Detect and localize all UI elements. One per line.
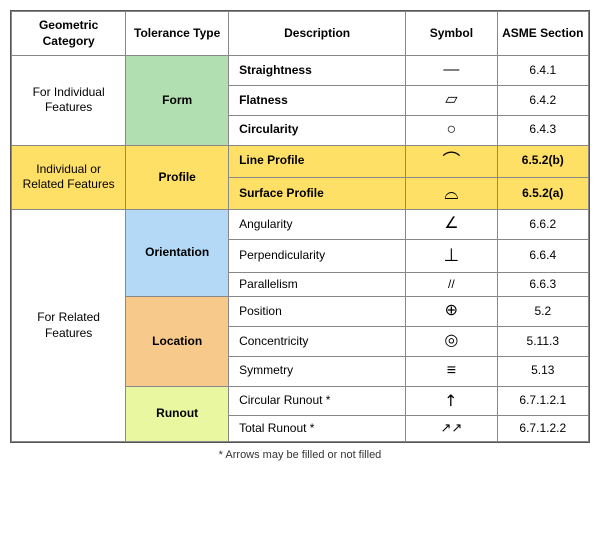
desc-cell: Straightness xyxy=(229,56,406,86)
asme-section-cell: 6.6.3 xyxy=(497,272,588,297)
asme-section-cell: 6.6.4 xyxy=(497,240,588,272)
symbol-cell: ≡ xyxy=(406,356,497,386)
desc-cell: Position xyxy=(229,297,406,327)
table-row: Individual or Related FeaturesProfileLin… xyxy=(12,145,589,177)
table-header-row: Geometric Category Tolerance Type Descri… xyxy=(12,12,589,56)
header-asme-section: ASME Section xyxy=(497,12,588,56)
tol-type-runout: Runout xyxy=(126,386,229,442)
desc-cell: Total Runout * xyxy=(229,416,406,442)
asme-section-cell: 6.4.2 xyxy=(497,85,588,115)
desc-cell: Circular Runout * xyxy=(229,386,406,416)
symbol-cell: — xyxy=(406,56,497,86)
asme-section-cell: 5.11.3 xyxy=(497,326,588,356)
desc-cell: Line Profile xyxy=(229,145,406,177)
asme-section-cell: 6.5.2(b) xyxy=(497,145,588,177)
symbol-cell: ⊥ xyxy=(406,240,497,272)
footer-note: * Arrows may be filled or not filled xyxy=(219,449,382,461)
asme-section-cell: 6.5.2(a) xyxy=(497,177,588,209)
geo-category-individual-related: Individual or Related Features xyxy=(12,145,126,210)
header-geo-category: Geometric Category xyxy=(12,12,126,56)
header-symbol: Symbol xyxy=(406,12,497,56)
desc-cell: Surface Profile xyxy=(229,177,406,209)
symbol-cell: ↗ xyxy=(406,386,497,416)
tolerance-table-wrapper: Geometric Category Tolerance Type Descri… xyxy=(10,10,590,443)
tol-type-form: Form xyxy=(126,56,229,145)
geo-category-related: For Related Features xyxy=(12,210,126,442)
tol-type-profile: Profile xyxy=(126,145,229,210)
symbol-cell: // xyxy=(406,272,497,297)
desc-cell: Flatness xyxy=(229,85,406,115)
asme-section-cell: 6.4.3 xyxy=(497,115,588,145)
symbol-cell: ↗↗ xyxy=(406,416,497,442)
asme-section-cell: 5.2 xyxy=(497,297,588,327)
header-tol-type: Tolerance Type xyxy=(126,12,229,56)
header-description: Description xyxy=(229,12,406,56)
geo-category-individual: For Individual Features xyxy=(12,56,126,145)
tol-type-orientation: Orientation xyxy=(126,210,229,297)
desc-cell: Concentricity xyxy=(229,326,406,356)
symbol-cell: ⌓ xyxy=(406,177,497,209)
desc-cell: Symmetry xyxy=(229,356,406,386)
symbol-cell: ◎ xyxy=(406,326,497,356)
table-row: For Individual FeaturesFormStraightness—… xyxy=(12,56,589,86)
desc-cell: Angularity xyxy=(229,210,406,240)
table-row: For Related FeaturesOrientationAngularit… xyxy=(12,210,589,240)
tolerance-table: Geometric Category Tolerance Type Descri… xyxy=(11,11,589,442)
symbol-cell: ∠ xyxy=(406,210,497,240)
desc-cell: Parallelism xyxy=(229,272,406,297)
asme-section-cell: 5.13 xyxy=(497,356,588,386)
symbol-cell: ⊕ xyxy=(406,297,497,327)
symbol-cell: ⌒ xyxy=(406,145,497,177)
symbol-cell: ▱ xyxy=(406,85,497,115)
asme-section-cell: 6.4.1 xyxy=(497,56,588,86)
asme-section-cell: 6.6.2 xyxy=(497,210,588,240)
desc-cell: Circularity xyxy=(229,115,406,145)
tol-type-location: Location xyxy=(126,297,229,386)
asme-section-cell: 6.7.1.2.1 xyxy=(497,386,588,416)
desc-cell: Perpendicularity xyxy=(229,240,406,272)
asme-section-cell: 6.7.1.2.2 xyxy=(497,416,588,442)
symbol-cell: ○ xyxy=(406,115,497,145)
